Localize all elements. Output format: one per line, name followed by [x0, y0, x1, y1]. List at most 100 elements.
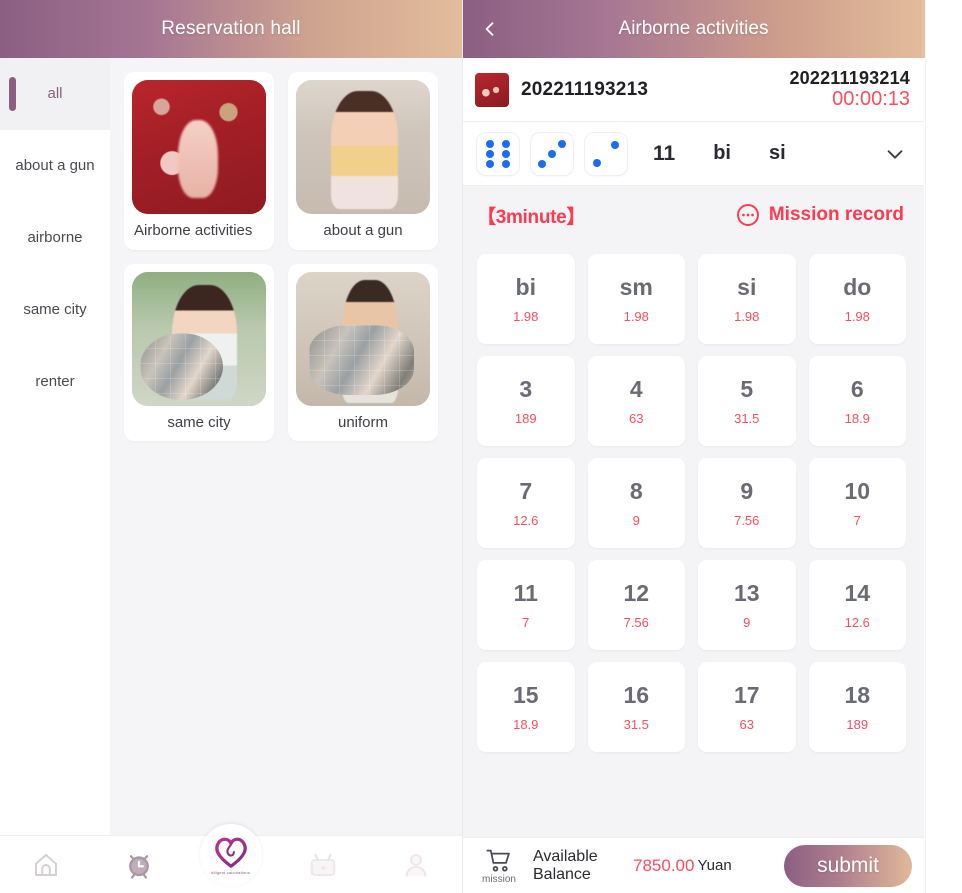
submit-button[interactable]: submit	[784, 844, 912, 887]
censor-mosaic-icon	[140, 333, 224, 401]
bet-cell[interactable]: 18 189	[808, 662, 906, 752]
product-label: uniform	[337, 413, 389, 431]
bet-option-label: 5	[740, 376, 754, 402]
bet-option-label: 9	[740, 478, 754, 504]
back-button[interactable]	[477, 16, 503, 42]
bet-cell[interactable]: bi 1.98	[477, 254, 575, 344]
bet-cell[interactable]: 13 9	[698, 560, 796, 650]
category-label: all	[47, 85, 63, 103]
product-label: Airborne activities	[134, 222, 253, 239]
bet-option-label: 17	[733, 682, 760, 708]
bet-option-label: 8	[629, 478, 643, 504]
product-image-art	[132, 80, 266, 214]
sidebar-item-renter[interactable]: renter	[0, 346, 110, 418]
bet-option-label: 3	[519, 376, 533, 402]
bet-option-odds: 31.5	[623, 717, 649, 732]
person-icon	[405, 853, 427, 876]
countdown-timer: 00:00:13	[832, 88, 910, 110]
bet-cell[interactable]: si 1.98	[698, 254, 796, 344]
sidebar-item-same-city[interactable]: same city	[0, 274, 110, 346]
die-two	[585, 132, 627, 175]
mission-cart-button[interactable]: mission	[473, 847, 525, 885]
bet-cell[interactable]: do 1.98	[808, 254, 906, 344]
bet-cell[interactable]: 16 31.5	[587, 662, 685, 752]
bet-option-label: sm	[619, 274, 653, 300]
product-card-grid: Airborne activities about a gun same cit…	[110, 58, 462, 835]
expand-history-button[interactable]	[882, 141, 908, 167]
category-label: airborne	[27, 229, 83, 247]
sidebar-item-airborne[interactable]: airborne	[0, 202, 110, 274]
bet-option-odds: 63	[629, 411, 644, 426]
game-meta-row: 【3minute】 Mission record	[463, 186, 924, 244]
shopping-cart-icon	[486, 849, 510, 871]
bet-option-label: 10	[844, 478, 871, 504]
bet-cell[interactable]: 3 189	[477, 356, 575, 446]
bet-cell[interactable]: 17 63	[698, 662, 796, 752]
bet-option-odds: 189	[514, 411, 537, 426]
bet-option-label: 6	[850, 376, 864, 402]
bet-option-label: 16	[623, 682, 650, 708]
nav-alarm[interactable]	[92, 836, 184, 893]
home-icon	[35, 853, 58, 876]
bet-option-odds: 9	[743, 615, 751, 630]
alarm-clock-icon	[128, 854, 149, 879]
nav-center-slot[interactable]: diligent calculations	[185, 824, 277, 893]
bet-footer: mission Available Balance 7850.00 Yuan s…	[463, 837, 924, 893]
game-title: Airborne activities	[618, 18, 769, 39]
product-card[interactable]: uniform	[288, 263, 438, 442]
product-card[interactable]: Airborne activities	[124, 72, 274, 250]
bet-cell[interactable]: sm 1.98	[587, 254, 685, 344]
bet-cell[interactable]: 11 7	[477, 560, 575, 650]
bet-cell[interactable]: 4 63	[587, 356, 685, 446]
bet-cell[interactable]: 8 9	[587, 458, 685, 548]
category-label: same city	[23, 301, 87, 319]
category-rail[interactable]: all about a gun airborne same city rente…	[0, 58, 110, 835]
bet-option-odds: 63	[739, 717, 754, 732]
bet-option-odds: 12.6	[844, 615, 870, 630]
hall-title: Reservation hall	[161, 18, 301, 39]
bet-option-odds: 9	[632, 513, 640, 528]
bet-cell[interactable]: 14 12.6	[808, 560, 906, 650]
product-card[interactable]: same city	[124, 263, 274, 442]
nav-home[interactable]	[0, 836, 92, 893]
bet-cell[interactable]: 6 18.9	[808, 356, 906, 446]
heart-logo-icon	[215, 837, 247, 868]
right-edge-accent	[922, 0, 925, 58]
sidebar-item-about-a-gun[interactable]: about a gun	[0, 130, 110, 202]
game-header: Airborne activities	[463, 0, 924, 58]
bet-cell[interactable]: 7 12.6	[477, 458, 575, 548]
category-label: about a gun	[15, 157, 95, 175]
bet-cell[interactable]: 12 7.56	[587, 560, 685, 650]
mission-record-button[interactable]: Mission record	[735, 202, 904, 228]
reservation-hall-panel: Reservation hall all about a gun airborn…	[0, 0, 462, 893]
bet-option-label: 4	[629, 376, 643, 402]
bet-option-odds: 18.9	[513, 717, 539, 732]
bet-option-label: 7	[519, 478, 533, 504]
product-card[interactable]: about a gun	[288, 72, 438, 250]
nav-center-button[interactable]: diligent calculations	[200, 824, 263, 886]
dice-sum: 11	[653, 141, 676, 165]
nav-center-caption: diligent calculations	[211, 870, 251, 875]
bet-cell[interactable]: 15 18.9	[477, 662, 575, 752]
bet-option-odds: 18.9	[844, 411, 870, 426]
nav-profile[interactable]	[370, 836, 462, 893]
bet-cell[interactable]: 5 31.5	[698, 356, 796, 446]
bet-option-label: si	[737, 274, 757, 300]
bet-cell[interactable]: 10 7	[808, 458, 906, 548]
dice-result-row: 11 bi si	[463, 122, 924, 186]
category-label: renter	[35, 373, 75, 391]
bet-option-label: 12	[623, 580, 650, 606]
bet-option-odds: 1.98	[513, 309, 539, 324]
hall-body: all about a gun airborne same city rente…	[0, 58, 462, 835]
next-period-block: 202211193214 00:00:13	[789, 68, 910, 111]
bet-option-label: 11	[513, 580, 538, 606]
ellipsis-circle-icon	[736, 204, 759, 226]
balance-amount: 7850.00	[633, 855, 695, 875]
bet-option-label: 13	[733, 580, 760, 606]
bet-option-odds: 1.98	[844, 309, 870, 324]
chevron-left-icon	[485, 22, 494, 36]
sidebar-item-all[interactable]: all	[0, 58, 110, 130]
nav-video[interactable]	[277, 836, 369, 893]
bet-cell[interactable]: 9 7.56	[698, 458, 796, 548]
bet-option-odds: 7.56	[734, 513, 760, 528]
